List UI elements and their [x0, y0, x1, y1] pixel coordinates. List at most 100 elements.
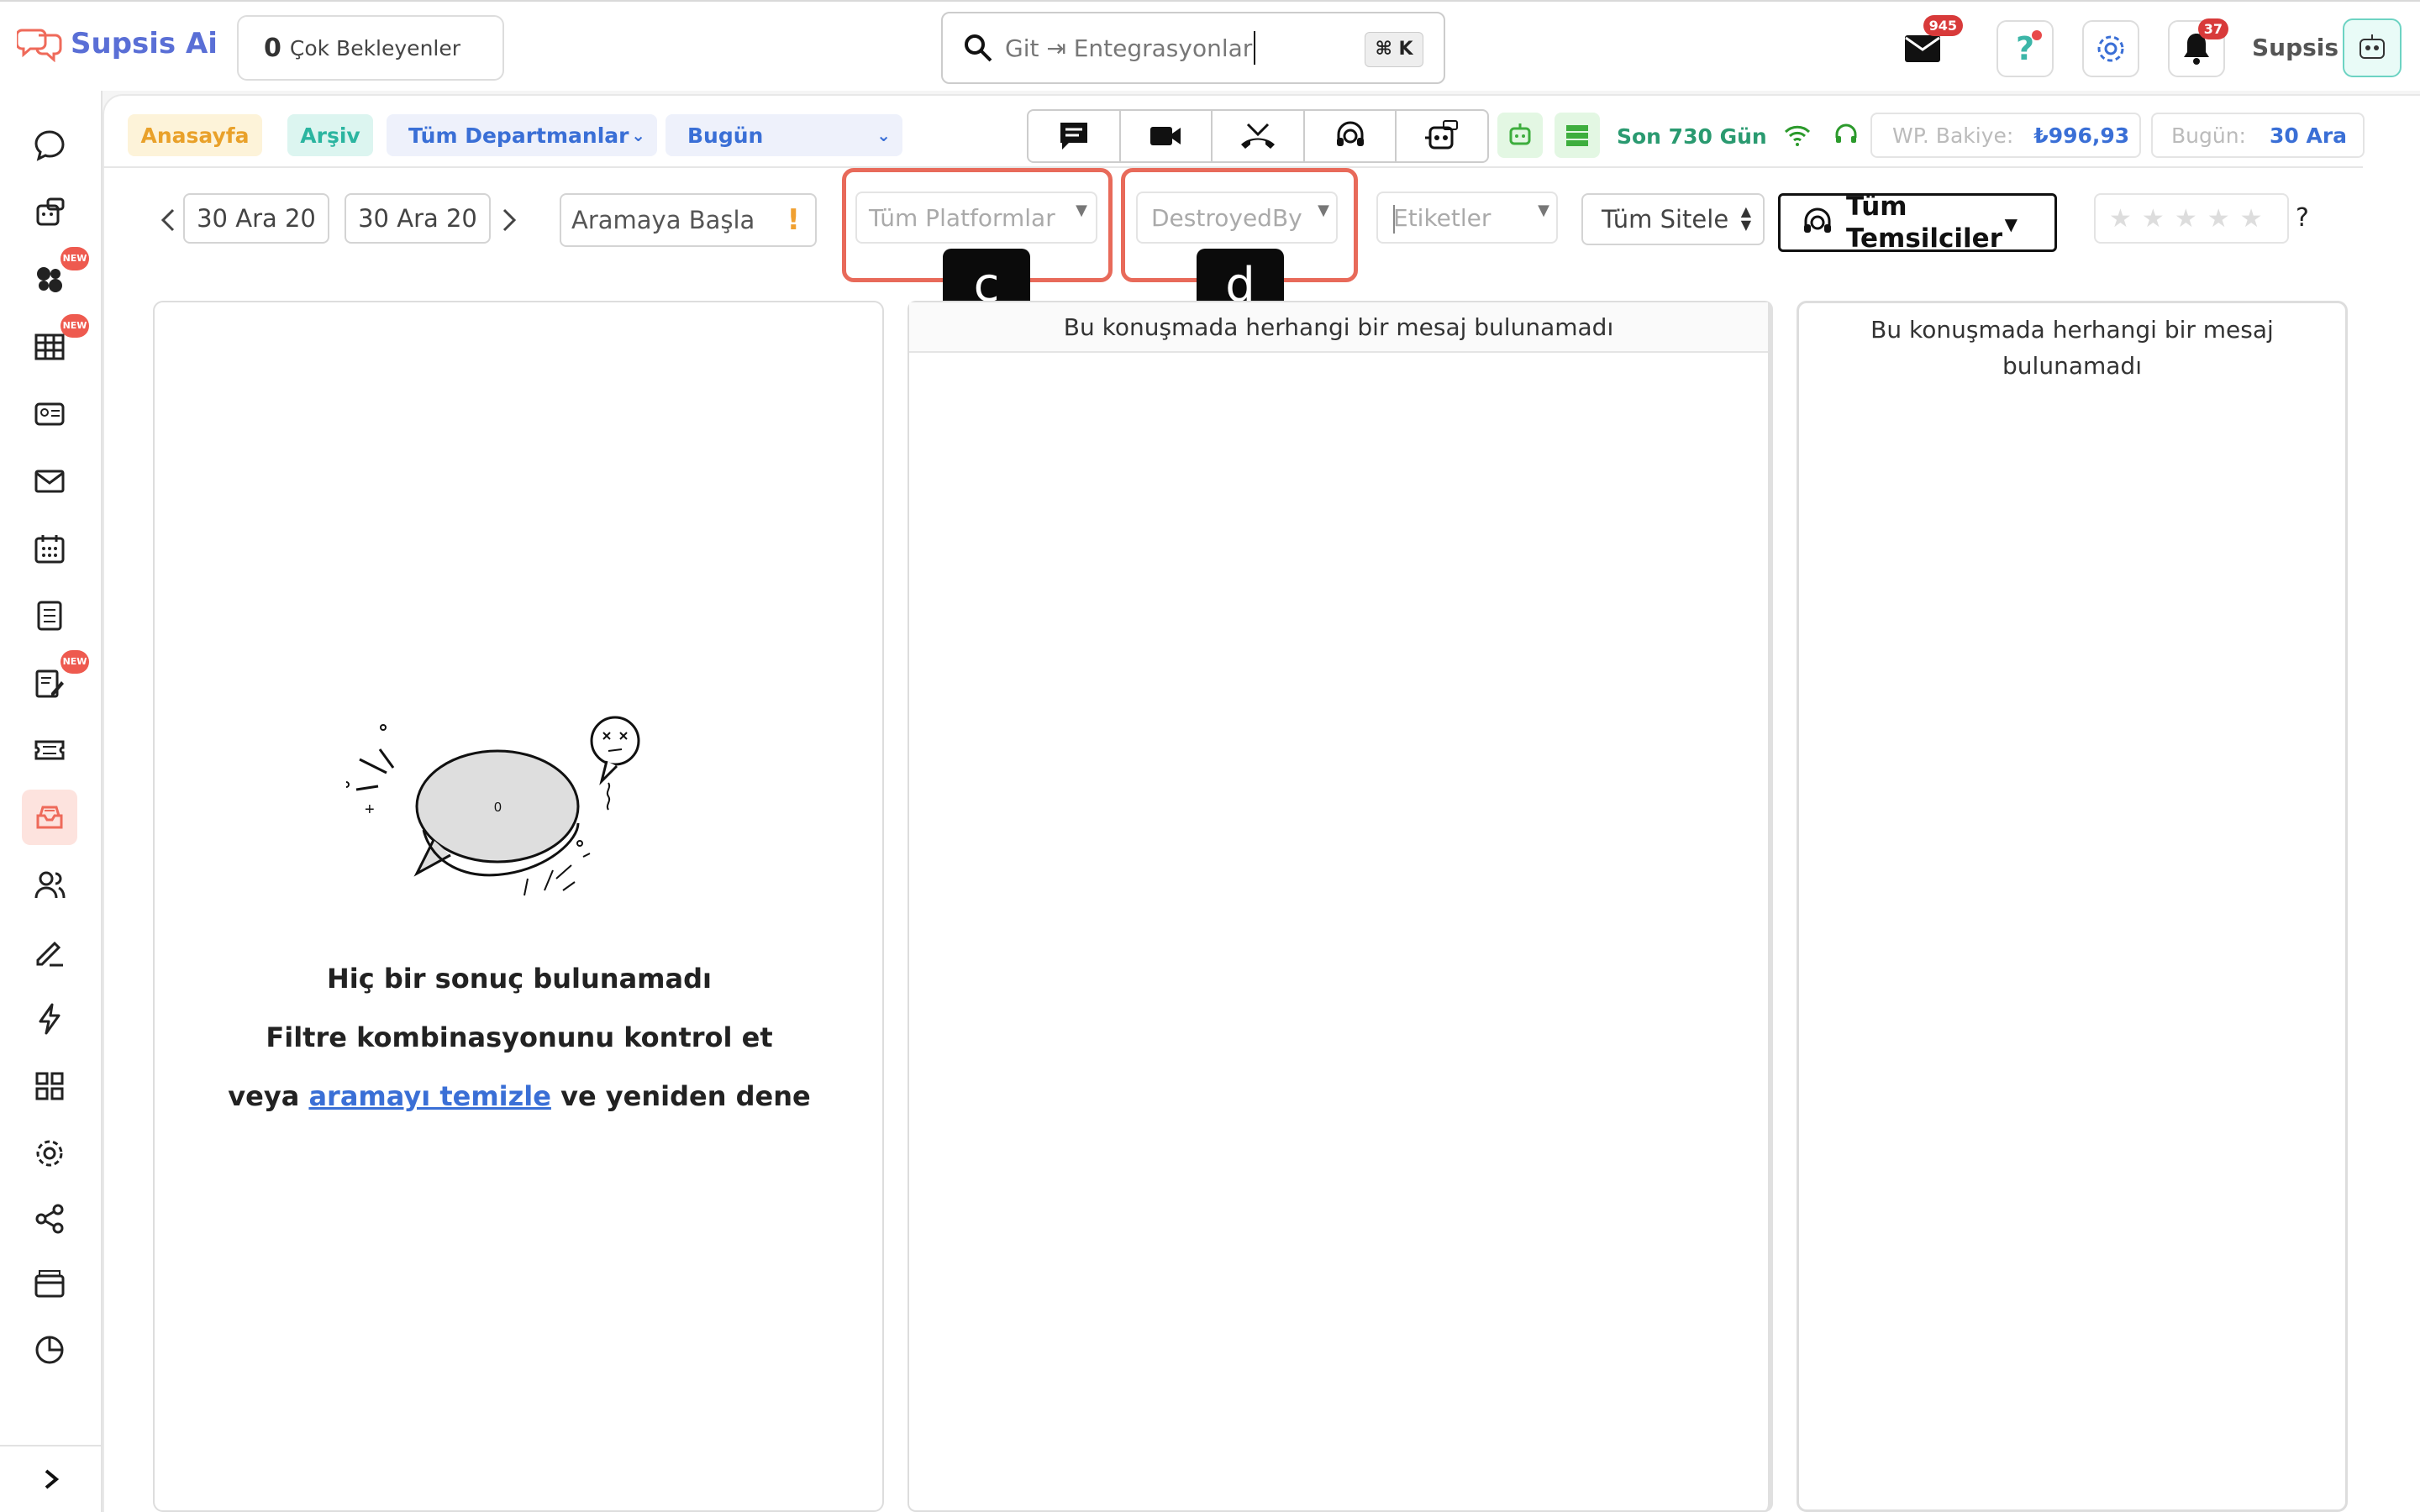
sidebar-item-archive[interactable] — [22, 790, 77, 845]
storage-button[interactable] — [1555, 113, 1600, 158]
user-name[interactable]: Supsis — [2252, 34, 2338, 61]
notifications-button[interactable]: 37 — [2168, 18, 2228, 77]
sidebar-item-tickets[interactable] — [22, 722, 77, 778]
pending-button[interactable]: 0 Çok Bekleyenler — [237, 15, 504, 81]
warning-icon: ! — [786, 203, 800, 237]
search-shortcut: ⌘ K — [1365, 32, 1423, 67]
site-label: Tüm Sitele — [1602, 205, 1729, 234]
gear-icon — [36, 1140, 63, 1167]
app-logo[interactable]: Supsis Ai — [17, 25, 218, 62]
help-button[interactable]: ? — [1996, 20, 2054, 77]
rating-filter[interactable]: ★ ★ ★ ★ ★ — [2094, 193, 2289, 244]
global-search[interactable]: Git ⇥ Entegrasyonlar ⌘ K — [941, 12, 1445, 84]
date-to-value: 30 Ara 20 — [358, 204, 477, 233]
chevron-left-icon[interactable] — [158, 207, 178, 234]
rating-help[interactable]: ? — [2296, 203, 2309, 233]
top-bar: Supsis Ai 0 Çok Bekleyenler Git ⇥ Entegr… — [0, 0, 2420, 91]
sidebar-item-notes[interactable]: NEW — [22, 650, 89, 711]
sidebar-item-calendar[interactable] — [22, 521, 77, 576]
agents-dropdown[interactable]: Tüm Temsilciler ▼ — [1778, 192, 2057, 254]
empty-hint-retry: veya aramayı temizle ve yeniden dene — [155, 1080, 884, 1112]
tab-archive[interactable]: Arşiv — [287, 114, 373, 156]
wp-balance: WP. Bakiye: ₺996,93 — [1870, 113, 2141, 158]
headset-icon — [1835, 123, 1857, 143]
envelope-icon — [34, 470, 65, 493]
gear-icon — [2097, 35, 2124, 62]
sidebar-item-automation[interactable] — [22, 991, 77, 1047]
star-icon[interactable]: ★ — [2142, 204, 2165, 234]
chevron-right-icon[interactable] — [499, 207, 519, 234]
empty-chat-illustration: 0 + — [346, 716, 640, 896]
ticket-icon — [34, 740, 65, 760]
sidebar-item-chats[interactable] — [22, 118, 77, 173]
sidebar-item-share[interactable] — [22, 1191, 77, 1247]
tab-home[interactable]: Anasayfa — [128, 114, 262, 156]
star-icon[interactable]: ★ — [2109, 204, 2132, 234]
sidebar-item-tables[interactable]: NEW — [22, 314, 89, 375]
pie-chart-icon — [35, 1336, 64, 1364]
puzzle-icon — [37, 267, 62, 292]
star-icon[interactable]: ★ — [2175, 204, 2197, 234]
payment-card-icon — [34, 1270, 65, 1298]
search-start-input[interactable]: Aramaya Başla! — [560, 193, 817, 247]
help-dot — [2032, 30, 2042, 40]
sidebar-item-billing[interactable] — [22, 1257, 77, 1312]
site-select[interactable]: Tüm Sitele ▲ ▼ — [1581, 193, 1765, 245]
search-start-placeholder: Aramaya Başla — [571, 206, 755, 234]
robot-icon — [1509, 123, 1531, 145]
search-placeholder: Git ⇥ Entegrasyonlar — [1005, 34, 1253, 62]
pending-label: Çok Bekleyenler — [289, 35, 461, 60]
sidebar-expand-button[interactable] — [0, 1445, 103, 1512]
tags-dropdown[interactable]: Etiketler ▼ — [1376, 192, 1558, 244]
robot-avatar-icon — [2360, 34, 2385, 59]
clear-search-link[interactable]: aramayı temizle — [308, 1080, 551, 1112]
sidebar-item-integrations[interactable]: NEW — [22, 247, 89, 307]
illustration-zero: 0 — [494, 801, 502, 815]
text-cursor — [1254, 31, 1256, 65]
list-document-icon — [37, 601, 62, 631]
conversation-header: Bu konuşmada herhangi bir mesaj bulunama… — [909, 302, 1768, 353]
mail-button[interactable]: 945 — [1894, 15, 1963, 77]
channel-support-button[interactable] — [1305, 111, 1397, 161]
sidebar-item-editor[interactable] — [22, 924, 77, 979]
sidebar-item-apps[interactable] — [22, 1058, 77, 1114]
star-icon[interactable]: ★ — [2240, 204, 2263, 234]
wifi-icon — [1784, 125, 1811, 146]
avatar[interactable] — [2343, 18, 2402, 77]
sidebar-item-forms[interactable] — [22, 588, 77, 643]
agents-label: Tüm Temsilciler — [1846, 192, 2002, 254]
conversation-list-panel: 0 + Hiç bir sonuç bulunamadı Filtre komb… — [153, 301, 884, 1512]
message-icon — [1060, 123, 1087, 150]
sidebar: NEW NEW NEW — [0, 91, 103, 1512]
date-from-input[interactable]: 30 Ara 20 — [183, 193, 329, 244]
departments-dropdown[interactable]: Tüm Departmanlar ⌄ — [387, 114, 657, 156]
settings-button[interactable] — [2082, 20, 2139, 77]
sidebar-item-users[interactable] — [22, 857, 77, 912]
apps-grid-icon — [35, 1072, 64, 1100]
channel-chat-button[interactable] — [1028, 111, 1121, 161]
sidebar-item-mail[interactable] — [22, 454, 77, 509]
bot-status-button[interactable] — [1497, 113, 1543, 158]
lightning-icon — [39, 1003, 60, 1035]
sidebar-item-settings[interactable] — [22, 1126, 77, 1181]
robot-icon — [1425, 120, 1459, 150]
channel-bot-button[interactable] — [1397, 111, 1487, 161]
channel-video-button[interactable] — [1121, 111, 1213, 161]
wifi-status — [1783, 113, 1812, 158]
date-range-dropdown[interactable]: Bugün ⌄ — [666, 114, 902, 156]
chevron-down-icon: ⌄ — [631, 125, 645, 145]
star-icon[interactable]: ★ — [2207, 204, 2230, 234]
bot-chat-icon — [36, 197, 65, 226]
sort-caret-icon: ▲ ▼ — [1740, 203, 1751, 233]
channel-missed-call-button[interactable] — [1213, 111, 1305, 161]
pen-icon — [36, 941, 63, 967]
new-badge: NEW — [60, 247, 89, 270]
caret-down-icon: ▼ — [1538, 202, 1549, 219]
sidebar-item-reports[interactable] — [22, 1322, 77, 1378]
sidebar-item-contacts[interactable] — [22, 386, 77, 442]
sidebar-item-bots[interactable] — [22, 185, 77, 240]
app-name: Supsis Ai — [71, 27, 218, 60]
date-to-input[interactable]: 30 Ara 20 — [345, 193, 491, 244]
text-cursor — [1393, 205, 1395, 234]
channel-filter-group — [1027, 109, 1489, 163]
